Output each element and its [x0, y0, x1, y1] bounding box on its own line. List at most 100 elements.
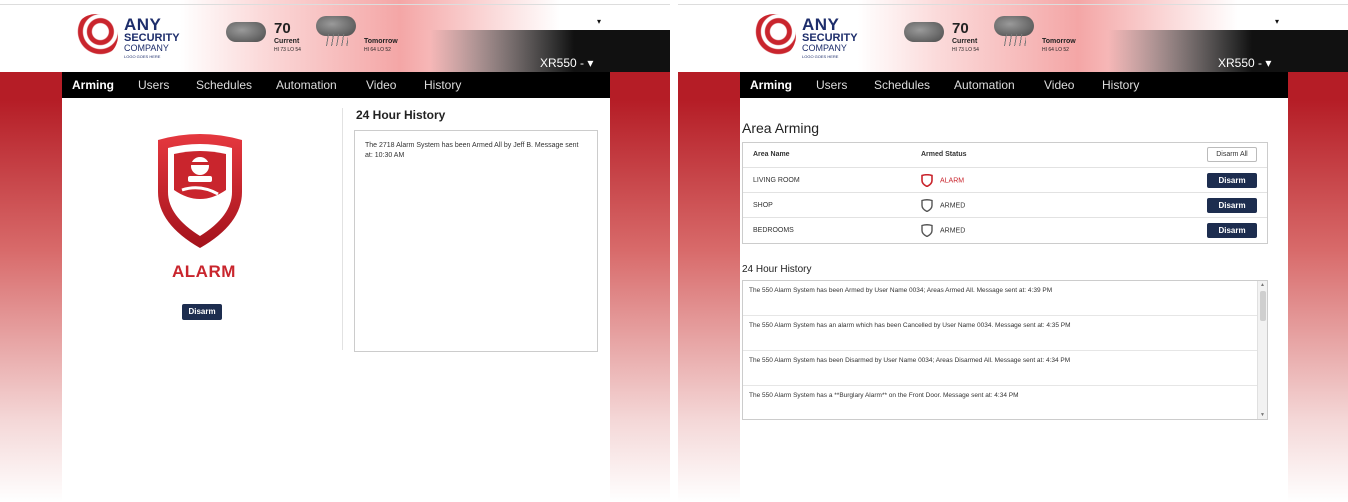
- table-row: LIVING ROOM ALARM Disarm: [743, 168, 1267, 193]
- tomorrow-hilo: HI 64 LO 52: [364, 47, 391, 53]
- logo-tagline: LOGO GOES HERE: [124, 54, 161, 59]
- nav-schedules[interactable]: Schedules: [196, 78, 252, 92]
- current-label: Current: [274, 38, 300, 45]
- tomorrow-label: Tomorrow: [364, 38, 398, 45]
- column-header-status: Armed Status: [921, 151, 967, 158]
- nav-history[interactable]: History: [1102, 78, 1139, 92]
- area-status-text: ARMED: [940, 227, 966, 235]
- logo-text: ANY SECURITY COMPANY LOGO GOES HERE: [124, 16, 214, 59]
- history-entry: The 550 Alarm System has been Disarmed b…: [749, 357, 1071, 364]
- nav-automation[interactable]: Automation: [954, 78, 1015, 92]
- nav-users[interactable]: Users: [138, 78, 169, 92]
- alarm-screen: ANY SECURITY COMPANY LOGO GOES HERE 70 C…: [0, 0, 670, 502]
- device-selector[interactable]: XR550 - ▾: [1218, 56, 1271, 70]
- rain-icon: [1002, 34, 1026, 46]
- logo-any: ANY: [124, 15, 162, 34]
- screen-gap: [670, 0, 678, 502]
- tomorrow-hilo: HI 64 LO 52: [1042, 47, 1069, 53]
- area-name: BEDROOMS: [753, 227, 794, 234]
- list-item: The 550 Alarm System has been Disarmed b…: [743, 351, 1257, 386]
- area-name: SHOP: [753, 202, 773, 209]
- column-header-area: Area Name: [753, 151, 790, 158]
- area-arming-screen: ANY SECURITY COMPANY LOGO GOES HERE 70 C…: [678, 0, 1348, 502]
- current-hilo: HI 73 LO 54: [952, 47, 979, 53]
- page-title: Area Arming: [742, 120, 820, 136]
- area-status-text: ALARM: [940, 177, 965, 185]
- main-nav: Arming Users Schedules Automation Video …: [62, 72, 610, 98]
- nav-schedules[interactable]: Schedules: [874, 78, 930, 92]
- nav-arming[interactable]: Arming: [72, 78, 114, 92]
- disarm-button[interactable]: Disarm: [1207, 173, 1257, 188]
- rain-cloud-icon: [316, 16, 356, 36]
- nav-video[interactable]: Video: [1044, 78, 1074, 92]
- nav-video[interactable]: Video: [366, 78, 396, 92]
- divider: [678, 4, 1348, 5]
- history-title: 24 Hour History: [742, 264, 812, 275]
- tomorrow-label: Tomorrow: [1042, 38, 1076, 45]
- company-logo: ANY SECURITY COMPANY LOGO GOES HERE: [752, 14, 882, 62]
- nav-arming[interactable]: Arming: [750, 78, 792, 92]
- history-panel: The 2718 Alarm System has been Armed All…: [354, 130, 598, 352]
- history-entry: The 550 Alarm System has a **Burglary Al…: [749, 392, 1019, 399]
- list-item: The 550 Alarm System has been Armed by U…: [743, 281, 1257, 316]
- header: ANY SECURITY COMPANY LOGO GOES HERE 70 C…: [678, 0, 1348, 72]
- alarm-shield-icon: [158, 134, 242, 248]
- area-status: ARMED: [921, 224, 965, 237]
- logo-tagline: LOGO GOES HERE: [802, 54, 839, 59]
- company-logo: ANY SECURITY COMPANY LOGO GOES HERE: [74, 14, 204, 62]
- nav-automation[interactable]: Automation: [276, 78, 337, 92]
- shield-icon: [921, 199, 933, 212]
- list-item: The 550 Alarm System has a **Burglary Al…: [743, 386, 1257, 419]
- nav-history[interactable]: History: [424, 78, 461, 92]
- chevron-down-icon[interactable]: ▾: [1275, 17, 1279, 26]
- scroll-down-icon[interactable]: ▼: [1260, 412, 1265, 418]
- divider: [0, 4, 670, 5]
- table-row: SHOP ARMED Disarm: [743, 193, 1267, 218]
- alarm-status-label: ALARM: [172, 262, 236, 281]
- disarm-all-button[interactable]: Disarm All: [1207, 147, 1257, 162]
- current-hilo: HI 73 LO 54: [274, 47, 301, 53]
- history-entry: The 2718 Alarm System has been Armed All…: [365, 142, 579, 159]
- logo-text: ANY SECURITY COMPANY LOGO GOES HERE: [802, 16, 892, 59]
- main-content: Area Arming Area Name Armed Status Disar…: [740, 98, 1288, 502]
- nav-users[interactable]: Users: [816, 78, 847, 92]
- list-item: The 550 Alarm System has an alarm which …: [743, 316, 1257, 351]
- area-status: ALARM: [921, 174, 964, 187]
- shield-icon: [921, 224, 933, 237]
- logo-company: COMPANY: [124, 43, 169, 53]
- scroll-up-icon[interactable]: ▲: [1260, 282, 1265, 288]
- main-content: ALARM Disarm 24 Hour History The 2718 Al…: [62, 98, 610, 502]
- table-row: BEDROOMS ARMED Disarm: [743, 218, 1267, 243]
- eagle-logo-icon: [752, 14, 796, 58]
- cloud-icon: [226, 22, 266, 42]
- history-entry: The 550 Alarm System has been Armed by U…: [749, 287, 1053, 294]
- area-table: Area Name Armed Status Disarm All LIVING…: [742, 142, 1268, 244]
- logo-any: ANY: [802, 15, 840, 34]
- area-status: ARMED: [921, 199, 965, 212]
- disarm-button[interactable]: Disarm: [1207, 223, 1257, 238]
- history-entry: The 550 Alarm System has an alarm which …: [749, 322, 1071, 329]
- divider: [342, 108, 343, 350]
- main-nav: Arming Users Schedules Automation Video …: [740, 72, 1288, 98]
- scrollbar-thumb[interactable]: [1260, 291, 1266, 321]
- rain-icon: [324, 34, 348, 46]
- scrollbar[interactable]: ▲ ▼: [1257, 281, 1267, 419]
- current-temp: 70: [952, 20, 969, 37]
- header: ANY SECURITY COMPANY LOGO GOES HERE 70 C…: [0, 0, 670, 72]
- table-header: Area Name Armed Status Disarm All: [743, 143, 1267, 168]
- logo-company: COMPANY: [802, 43, 847, 53]
- area-status-text: ARMED: [940, 202, 966, 210]
- current-temp: 70: [274, 20, 291, 37]
- disarm-button[interactable]: Disarm: [1207, 198, 1257, 213]
- area-name: LIVING ROOM: [753, 177, 800, 184]
- disarm-button[interactable]: Disarm: [182, 304, 222, 320]
- history-title: 24 Hour History: [356, 108, 446, 122]
- device-selector[interactable]: XR550 - ▾: [540, 56, 593, 70]
- current-label: Current: [952, 38, 978, 45]
- alarm-shield-icon: [921, 174, 933, 187]
- eagle-logo-icon: [74, 14, 118, 58]
- cloud-icon: [904, 22, 944, 42]
- history-list: The 550 Alarm System has been Armed by U…: [742, 280, 1268, 420]
- rain-cloud-icon: [994, 16, 1034, 36]
- chevron-down-icon[interactable]: ▾: [597, 17, 601, 26]
